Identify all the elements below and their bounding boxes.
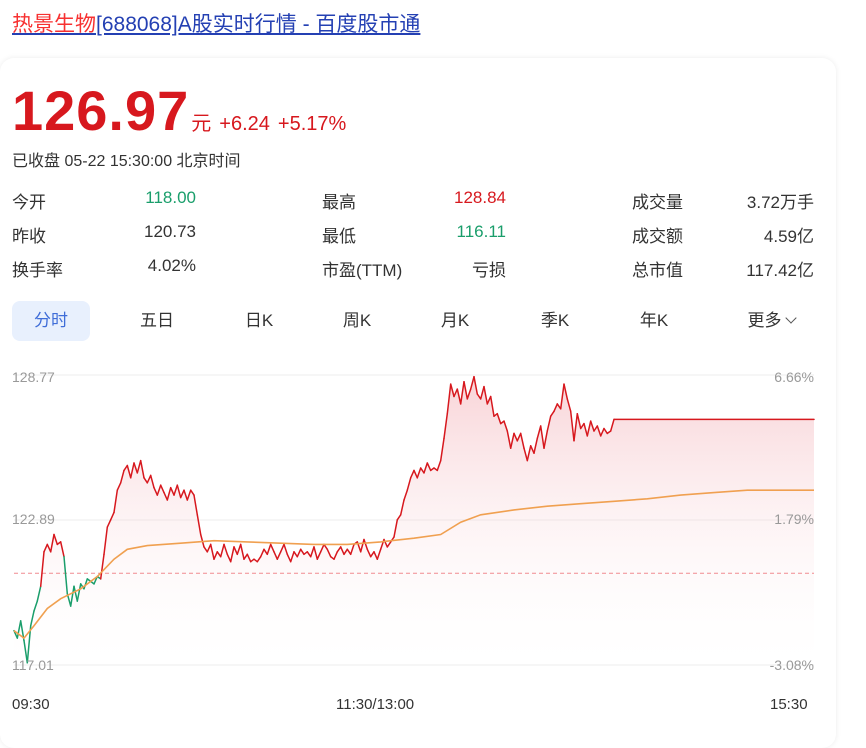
stat-value-high: 128.84	[454, 188, 506, 207]
tab-yearly-k[interactable]: 年K	[617, 301, 691, 341]
price-unit: 元	[191, 113, 212, 135]
stat-label-high: 最高	[322, 193, 356, 212]
market-status: 已收盘 05-22 15:30:00 北京时间	[12, 153, 241, 170]
y-left-tick-mid: 122.89	[12, 511, 55, 527]
y-left-tick-bottom: 117.01	[12, 657, 54, 673]
stat-value-prev-close: 120.73	[144, 222, 196, 241]
stat-value-turnover-amount: 4.59亿	[763, 227, 814, 246]
tab-five-day[interactable]: 五日	[120, 301, 194, 341]
price-change-pct: +5.17%	[277, 113, 347, 135]
stat-label-low: 最低	[322, 227, 356, 246]
chevron-down-icon	[784, 312, 797, 324]
stat-value-turnover-rate: 4.02%	[147, 256, 196, 275]
y-left-tick-top: 128.77	[12, 369, 55, 385]
x-tick-close: 15:30	[770, 696, 808, 713]
y-right-tick-bottom: -3.08%	[769, 657, 814, 673]
stat-value-open: 118.00	[145, 188, 196, 207]
page-title-rest[interactable]: [688068]A股实时行情 - 百度股市通	[96, 13, 420, 36]
price-row: 126.97 元 +6.24 +5.17%	[12, 78, 346, 143]
tab-weekly-k[interactable]: 周K	[320, 301, 394, 341]
tab-intraday[interactable]: 分时	[12, 301, 90, 341]
y-right-tick-top: 6.66%	[774, 369, 814, 385]
period-tabs: 分时 五日 日K 周K 月K 季K 年K 更多	[12, 301, 827, 341]
y-right-tick-mid: 1.79%	[774, 511, 814, 527]
x-tick-midday: 11:30/13:00	[336, 696, 415, 713]
stat-label-volume: 成交量	[632, 193, 683, 212]
stat-value-low: 116.11	[456, 222, 506, 241]
stat-label-turnover-amount: 成交额	[632, 227, 683, 246]
stat-value-volume: 3.72万手	[746, 193, 814, 212]
tab-more-label: 更多	[747, 311, 782, 330]
tab-monthly-k[interactable]: 月K	[418, 301, 492, 341]
tab-daily-k[interactable]: 日K	[222, 301, 296, 341]
price-change: +6.24	[219, 113, 270, 135]
current-price: 126.97	[12, 79, 190, 142]
stat-label-market-cap: 总市值	[632, 261, 683, 280]
page-title-stock-name[interactable]: 热景生物	[12, 13, 96, 36]
tab-quarterly-k[interactable]: 季K	[518, 301, 592, 341]
stat-label-pe-ttm: 市盈(TTM)	[322, 261, 403, 280]
stat-label-prev-close: 昨收	[12, 227, 46, 246]
stat-value-market-cap: 117.42亿	[746, 261, 814, 280]
stat-value-pe-ttm: 亏损	[472, 261, 506, 280]
page-title[interactable]: 热景生物[688068]A股实时行情 - 百度股市通	[12, 8, 420, 38]
tab-more[interactable]: 更多	[726, 301, 816, 341]
stat-label-turnover-rate: 换手率	[12, 261, 63, 280]
x-tick-open: 09:30	[12, 696, 50, 713]
stat-label-open: 今开	[12, 193, 46, 212]
intraday-chart[interactable]	[0, 340, 866, 700]
